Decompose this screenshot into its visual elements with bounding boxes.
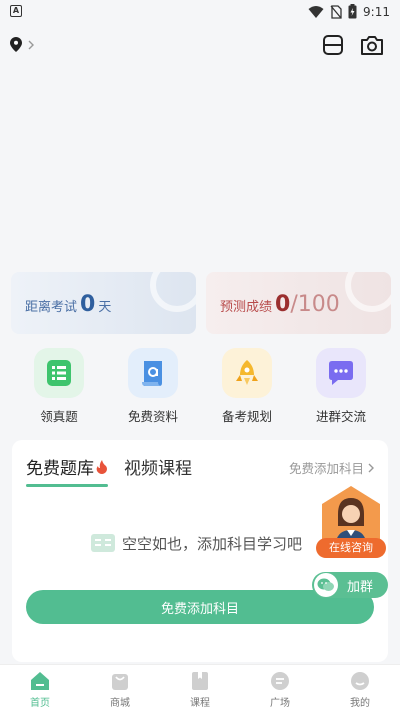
predicted-score-card[interactable]: 预测成绩 0 /100 [206, 272, 391, 334]
rocket-icon [222, 348, 272, 398]
card-decoration [150, 272, 196, 312]
wifi-icon [308, 5, 324, 18]
quick-action-real-exams[interactable]: 领真题 [19, 348, 99, 425]
tab-square[interactable]: 广场 [240, 665, 320, 711]
empty-box-icon [91, 534, 115, 552]
quick-action-study-plan[interactable]: 备考规划 [207, 348, 287, 425]
bottom-tab-bar: 首页 商城 课程 广场 我的 [0, 664, 400, 711]
tab-video-courses[interactable]: 视频课程 [124, 454, 192, 487]
tab-label: 课程 [190, 698, 210, 709]
quick-action-join-group[interactable]: 进群交流 [301, 348, 381, 425]
clock: 9:11 [363, 4, 390, 19]
add-subject-link-label: 免费添加科目 [288, 461, 364, 476]
tab-courses[interactable]: 课程 [160, 665, 240, 711]
banner-area [0, 64, 400, 260]
tab-label: 首页 [30, 698, 50, 709]
square-chat-icon [271, 672, 289, 690]
shop-bag-icon [112, 674, 128, 690]
stat-cards: 距离考试 0 天 预测成绩 0 /100 [11, 272, 391, 334]
status-bar: A 9:11 [0, 0, 400, 24]
tab-home[interactable]: 首页 [0, 665, 80, 711]
home-icon [31, 672, 49, 690]
no-sim-icon [330, 4, 342, 19]
location-pin-icon [10, 37, 22, 52]
predicted-score-label: 预测成绩 [220, 300, 273, 315]
quick-action-label: 备考规划 [221, 409, 272, 424]
add-subject-link[interactable]: 免费添加科目 [289, 458, 374, 477]
quick-action-label: 免费资料 [127, 409, 178, 424]
tab-label: 广场 [270, 698, 290, 709]
quick-action-label: 进群交流 [315, 409, 366, 424]
quick-actions: 领真题 免费资料 备考规划 进群交流 [0, 348, 400, 425]
quick-action-free-materials[interactable]: 免费资料 [113, 348, 193, 425]
book-icon [192, 672, 208, 690]
tab-shop[interactable]: 商城 [80, 665, 160, 711]
tab-me[interactable]: 我的 [320, 665, 400, 711]
tab-free-questions[interactable]: 免费题库 [26, 454, 108, 487]
fire-icon [96, 459, 107, 474]
empty-state: 空空如也，添加科目学习吧 [90, 532, 302, 554]
scan-icon[interactable] [322, 34, 344, 56]
exam-countdown-card[interactable]: 距离考试 0 天 [11, 272, 196, 334]
tab-label: 视频课程 [124, 459, 192, 479]
status-icons: 9:11 [308, 4, 390, 19]
online-consult-label: 在线咨询 [316, 538, 386, 558]
quick-action-label: 领真题 [40, 409, 78, 424]
panel-tabs: 免费题库 视频课程 [26, 454, 192, 487]
document-icon [128, 348, 178, 398]
profile-icon [351, 672, 369, 690]
exam-paper-icon [34, 348, 84, 398]
predicted-score-total: /100 [290, 292, 340, 317]
battery-icon [348, 4, 357, 19]
location-selector[interactable] [10, 37, 34, 52]
join-group-button[interactable]: 加群 [312, 572, 388, 598]
top-bar [0, 28, 400, 64]
tab-label: 免费题库 [26, 459, 94, 479]
card-decoration [345, 272, 391, 312]
wechat-icon [314, 573, 338, 597]
chevron-right-icon [368, 463, 374, 472]
join-group-label: 加群 [347, 579, 374, 595]
exam-days-unit: 天 [98, 300, 112, 315]
chevron-right-icon [28, 40, 34, 49]
tab-label: 商城 [110, 698, 130, 709]
consultant-avatar-icon [322, 486, 380, 542]
notification-a-icon: A [10, 5, 22, 17]
camera-icon[interactable] [360, 34, 384, 56]
tab-label: 我的 [350, 698, 370, 709]
exam-days-value: 0 [80, 292, 96, 317]
empty-state-text: 空空如也，添加科目学习吧 [122, 534, 303, 553]
exam-countdown-label: 距离考试 [25, 300, 78, 315]
chat-group-icon [316, 348, 366, 398]
top-actions [322, 34, 384, 56]
online-consult-widget[interactable]: 在线咨询 [316, 484, 386, 558]
predicted-score-value: 0 [275, 292, 291, 317]
